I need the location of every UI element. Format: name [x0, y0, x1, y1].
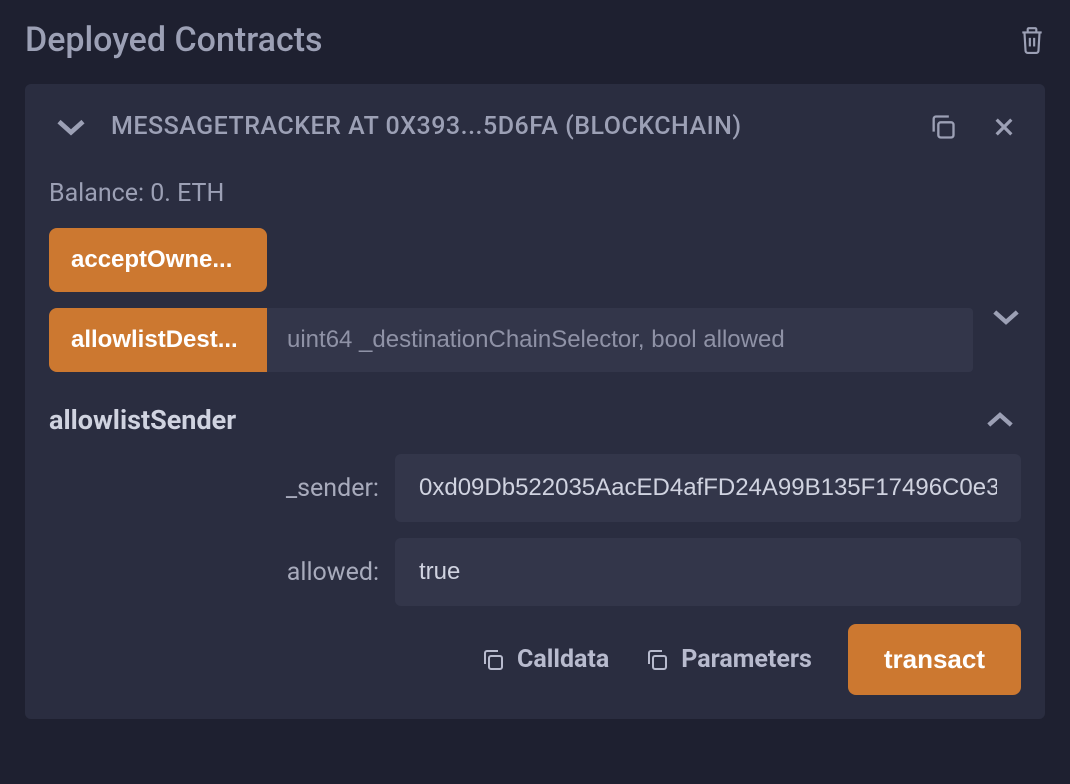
- calldata-button[interactable]: Calldata: [481, 645, 609, 674]
- delete-all-icon[interactable]: [1019, 26, 1045, 54]
- page-title: Deployed Contracts: [25, 20, 323, 60]
- parameters-label: Parameters: [681, 645, 812, 674]
- function-acceptownership-button[interactable]: acceptOwne...: [49, 228, 267, 292]
- copy-icon: [481, 648, 505, 672]
- sender-param-input[interactable]: [395, 454, 1021, 522]
- contract-panel: MESSAGETRACKER AT 0X393...5D6FA (BLOCKCH…: [25, 84, 1045, 719]
- calldata-label: Calldata: [517, 645, 609, 674]
- close-icon[interactable]: [993, 116, 1015, 138]
- copy-icon: [645, 648, 669, 672]
- parameters-button[interactable]: Parameters: [645, 645, 812, 674]
- transact-button[interactable]: transact: [848, 624, 1021, 695]
- copy-address-icon[interactable]: [929, 113, 957, 141]
- allowlistsender-section: allowlistSender _sender: allowed:: [49, 404, 1021, 695]
- expand-chevron-icon[interactable]: [991, 308, 1021, 372]
- balance-label: Balance: 0. ETH: [25, 151, 1045, 228]
- sender-param-label: _sender:: [49, 474, 379, 503]
- allowed-param-input[interactable]: [395, 538, 1021, 606]
- contract-title: MESSAGETRACKER AT 0X393...5D6FA (BLOCKCH…: [111, 112, 905, 141]
- allowlistdestination-input-wrap: [267, 308, 973, 372]
- function-allowlistdestination-button[interactable]: allowlistDest...: [49, 308, 267, 372]
- allowed-param-label: allowed:: [49, 558, 379, 587]
- allowlistdestination-input[interactable]: [287, 326, 953, 354]
- chevron-down-icon[interactable]: [55, 117, 87, 137]
- collapse-chevron-icon[interactable]: [985, 411, 1015, 429]
- allowlistsender-title: allowlistSender: [49, 404, 236, 436]
